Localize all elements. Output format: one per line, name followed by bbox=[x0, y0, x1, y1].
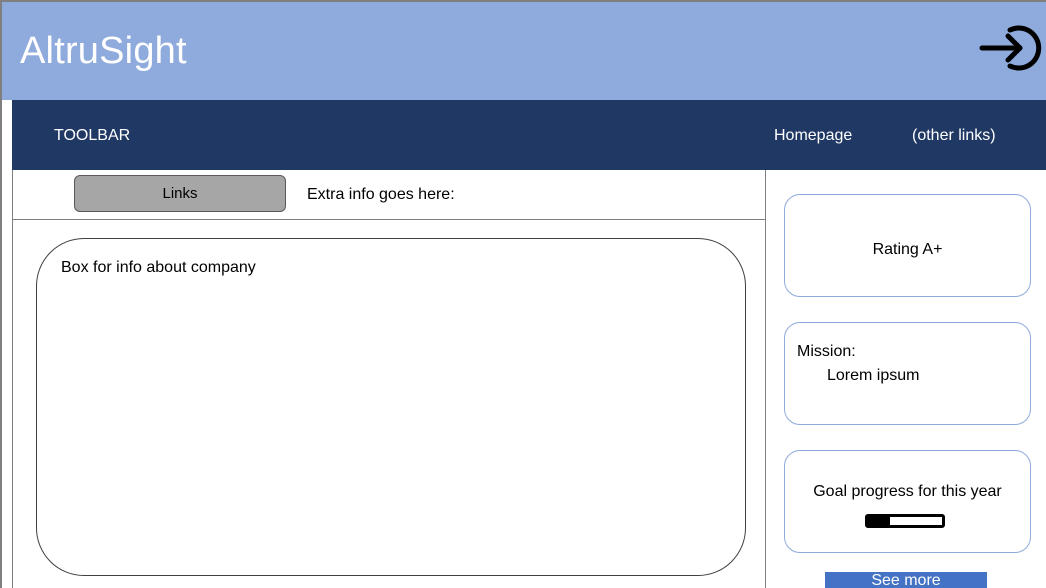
app-header: AltruSight bbox=[2, 2, 1046, 100]
content-left-border bbox=[12, 170, 13, 588]
sign-in-icon[interactable] bbox=[976, 22, 1044, 74]
mission-label: Mission: bbox=[797, 343, 856, 360]
toolbar: TOOLBAR Homepage (other links) bbox=[12, 100, 1046, 170]
rating-text: Rating A+ bbox=[872, 241, 943, 258]
rating-card: Rating A+ bbox=[784, 194, 1031, 297]
mission-card: Mission: Lorem ipsum bbox=[784, 322, 1031, 425]
nav-link-homepage[interactable]: Homepage bbox=[774, 127, 852, 145]
nav-link-other[interactable]: (other links) bbox=[912, 127, 996, 145]
mission-text: Lorem ipsum bbox=[827, 367, 920, 384]
goal-progress-card: Goal progress for this year bbox=[784, 450, 1031, 553]
goal-progress-bar bbox=[865, 514, 945, 528]
see-more-button[interactable]: See more bbox=[825, 572, 987, 588]
app-title: AltruSight bbox=[20, 30, 187, 72]
info-bar: Links Extra info goes here: bbox=[12, 170, 766, 220]
sidebar-divider bbox=[765, 170, 766, 588]
goal-progress-label: Goal progress for this year bbox=[813, 483, 1002, 500]
extra-info-label: Extra info goes here: bbox=[307, 186, 455, 203]
goal-progress-fill bbox=[868, 517, 891, 525]
company-info-text: Box for info about company bbox=[61, 259, 256, 276]
company-info-box: Box for info about company bbox=[36, 238, 746, 576]
links-button[interactable]: Links bbox=[74, 175, 286, 212]
toolbar-label: TOOLBAR bbox=[54, 127, 131, 144]
